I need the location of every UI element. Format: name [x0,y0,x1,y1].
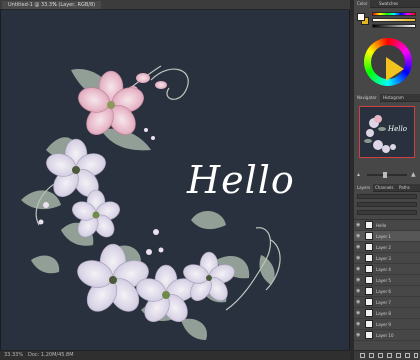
layer-thumbnail [365,232,373,240]
navigator-thumbnail[interactable]: Hello [359,106,415,158]
floral-illustration [21,65,281,340]
layer-thumbnail [365,309,373,317]
new-group-icon[interactable] [396,353,401,358]
color-wheel-center [371,45,405,81]
navigator-panel-tabs: Navigator Histogram [354,94,420,102]
thumbnail-text: Hello [388,125,407,133]
tab-layers[interactable]: Layers [354,184,374,192]
layer-name: Layer 10 [376,333,394,338]
visibility-eye-icon[interactable]: ◉ [356,266,362,272]
visibility-eye-icon[interactable]: ◉ [356,299,362,305]
visibility-eye-icon[interactable]: ◉ [356,332,362,338]
layers-panel: Layers Channels Paths ◉ Hello ◉ Layer 1 ◉ Lay… [354,184,420,360]
close-icon[interactable]: × [52,1,57,9]
status-bar: 33.33% Doc: 1.20M/45.8M [0,350,350,360]
artboard[interactable]: Hello [1,10,349,350]
layer-name: Hello [376,223,387,228]
zoom-out-icon[interactable]: ▴ [357,172,363,178]
tab-channels[interactable]: Channels [372,184,397,192]
visibility-eye-icon[interactable]: ◉ [356,321,362,327]
layer-thumbnail [365,298,373,306]
layer-thumbnail [365,265,373,273]
layer-thumbnail [365,243,373,251]
layer-name: Layer 1 [376,234,391,239]
layer-mask-icon[interactable] [378,353,383,358]
zoom-slider-knob[interactable] [383,172,387,178]
zoom-level[interactable]: 33.33% [4,351,23,360]
saturation-slider[interactable] [372,18,416,22]
layer-row[interactable]: ◉ Layer 6 [354,286,420,297]
layer-lock-row[interactable] [357,210,417,215]
layer-thumbnail [365,331,373,339]
visibility-eye-icon[interactable]: ◉ [356,277,362,283]
layer-row[interactable]: ◉ Layer 1 [354,231,420,242]
layer-name: Layer 9 [376,322,391,327]
foreground-color-swatch[interactable] [357,13,365,21]
layer-name: Layer 2 [376,245,391,250]
hello-text[interactable]: Hello [187,158,295,202]
layer-row[interactable]: ◉ Layer 8 [354,308,420,319]
visibility-eye-icon[interactable]: ◉ [356,233,362,239]
layer-row[interactable]: ◉ Layer 9 [354,319,420,330]
tab-swatches[interactable]: Swatches [376,0,401,8]
tab-histogram[interactable]: Histogram [380,94,407,102]
navigator-panel: Navigator Histogram Hello ▴ ▲ [354,94,420,184]
document-tab-bar: Untitled-1 @ 33.3% (Layer, RGB/8) × [0,0,350,10]
adjustment-layer-icon[interactable] [387,353,392,358]
layers-panel-tabs: Layers Channels Paths [354,184,420,192]
layer-name: Layer 3 [376,256,391,261]
document-info[interactable]: Doc: 1.20M/45.8M [28,351,74,360]
visibility-eye-icon[interactable]: ◉ [356,310,362,316]
layer-row[interactable]: ◉ Layer 7 [354,297,420,308]
layer-filter[interactable] [357,194,417,199]
hue-slider[interactable] [372,12,416,16]
zoom-slider-track[interactable] [367,174,407,176]
canvas-area[interactable]: Hello [0,10,350,350]
right-panels: Color Swatches Navigator Histogram Hello… [354,0,420,360]
layer-row[interactable]: ◉ Layer 5 [354,275,420,286]
color-triangle[interactable] [386,57,404,81]
color-panel [354,8,420,94]
layer-name: Layer 6 [376,289,391,294]
layer-thumbnail [365,276,373,284]
photoshop-window: Untitled-1 @ 33.3% (Layer, RGB/8) × Hell… [0,0,420,360]
tab-navigator[interactable]: Navigator [354,94,380,102]
color-panel-tabs: Color Swatches [354,0,420,8]
tab-paths[interactable]: Paths [396,184,413,192]
zoom-in-icon[interactable]: ▲ [411,172,417,178]
layer-list: ◉ Hello ◉ Layer 1 ◉ Layer 2 ◉ Layer 3 ◉ Layer 4 ◉ L… [354,220,420,341]
trash-icon[interactable] [414,353,418,358]
visibility-eye-icon[interactable]: ◉ [356,288,362,294]
new-layer-icon[interactable] [405,353,410,358]
link-layers-icon[interactable] [360,353,365,358]
layer-row[interactable]: ◉ Layer 2 [354,242,420,253]
layer-row[interactable]: ◉ Layer 4 [354,264,420,275]
visibility-eye-icon[interactable]: ◉ [356,255,362,261]
layer-thumbnail [365,254,373,262]
navigator-zoom: ▴ ▲ [357,172,417,178]
layer-name: Layer 8 [376,311,391,316]
layer-name: Layer 5 [376,278,391,283]
blend-mode-select[interactable] [357,202,417,207]
layer-thumbnail [365,221,373,229]
visibility-eye-icon[interactable]: ◉ [356,244,362,250]
layer-row[interactable]: ◉ Layer 3 [354,253,420,264]
layer-name: Layer 7 [376,300,391,305]
layer-thumbnail [365,320,373,328]
layers-footer [354,350,420,360]
visibility-eye-icon[interactable]: ◉ [356,222,362,228]
brightness-slider[interactable] [372,24,416,28]
layer-thumbnail [365,287,373,295]
layer-row[interactable]: ◉ Layer 10 [354,330,420,341]
layer-controls [354,192,420,220]
layer-name: Layer 4 [376,267,391,272]
tab-color[interactable]: Color [354,0,371,8]
color-wheel[interactable] [364,38,412,86]
layer-row[interactable]: ◉ Hello [354,220,420,231]
layer-style-icon[interactable] [369,353,374,358]
